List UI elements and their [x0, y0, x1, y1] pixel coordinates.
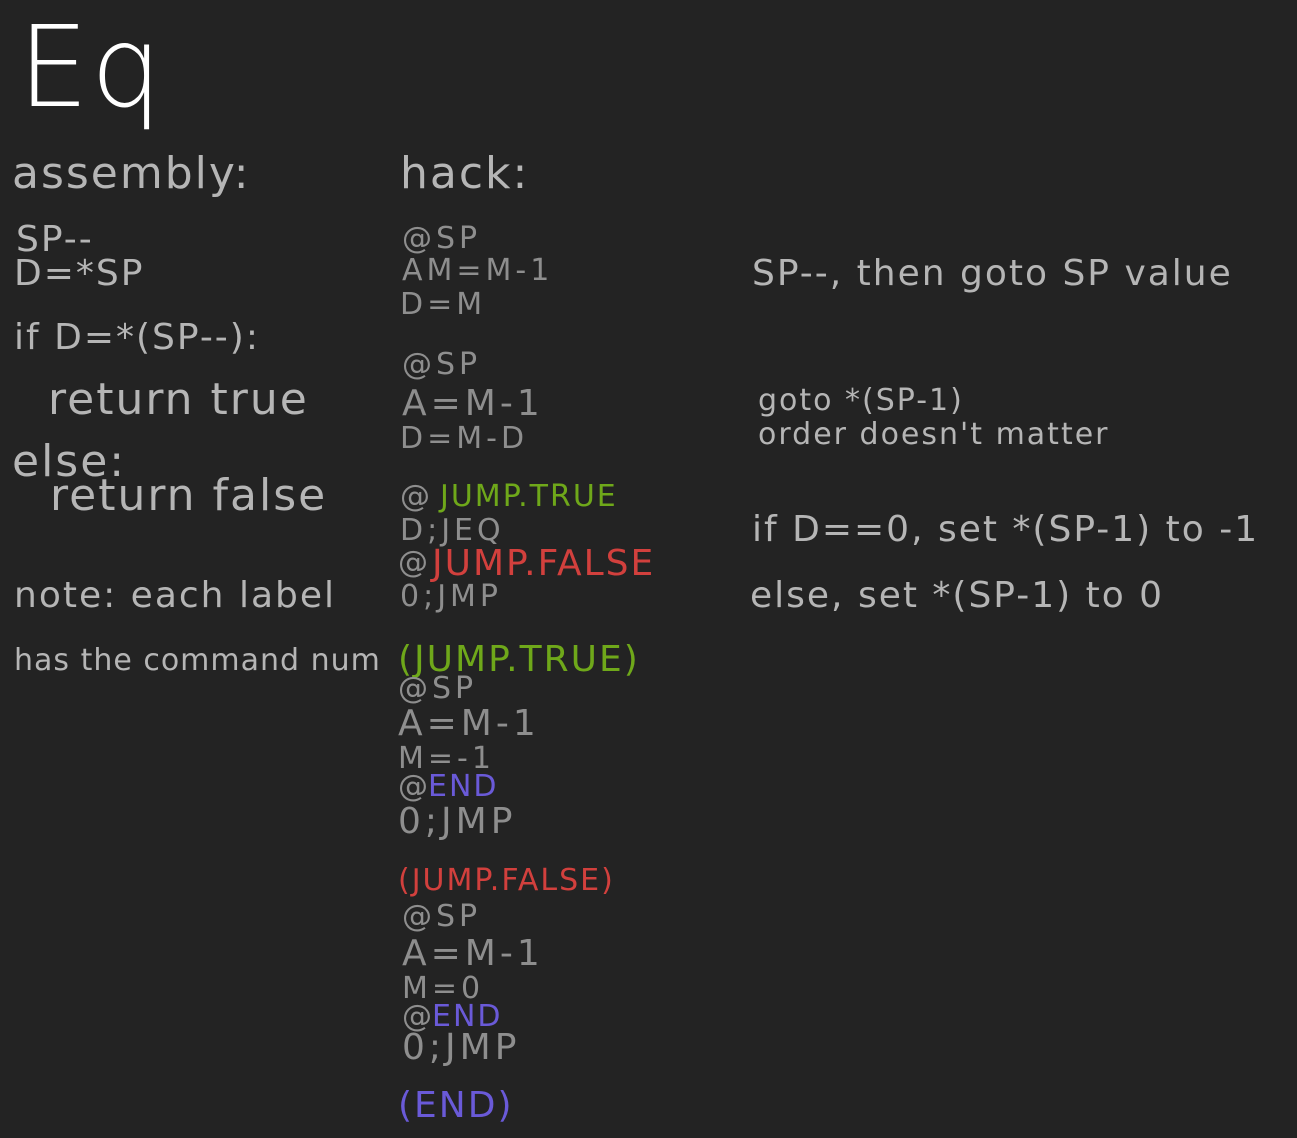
assembly-note: has the command num: [14, 643, 381, 678]
jump-false-label: (JUMP.FALSE): [398, 863, 615, 898]
comment: else, set *(SP-1) to 0: [750, 575, 1165, 616]
hack-line: D=M: [400, 287, 487, 322]
end-ref: END: [428, 769, 499, 804]
hack-heading: hack:: [400, 148, 530, 199]
assembly-line: return false: [50, 470, 328, 521]
assembly-heading: assembly:: [12, 148, 251, 199]
hack-line: 0;JMP: [402, 1027, 521, 1068]
comment: goto *(SP-1): [758, 383, 964, 418]
hack-line: @: [398, 769, 432, 804]
hack-line: A=M-1: [402, 383, 544, 424]
hack-line: D=M-D: [400, 421, 529, 456]
hack-line: AM=M-1: [402, 253, 554, 288]
hack-line: @SP: [402, 347, 482, 382]
comment: if D==0, set *(SP-1) to -1: [752, 509, 1260, 550]
whiteboard-canvas: Eq assembly: SP-- D=*SP if D=*(SP--): re…: [0, 0, 1297, 1138]
assembly-line: D=*SP: [14, 253, 145, 294]
assembly-note: note: each label: [14, 575, 337, 616]
hack-line: @: [398, 545, 432, 580]
hack-line: A=M-1: [398, 703, 540, 744]
page-title: Eq: [18, 3, 164, 133]
jump-false-ref: JUMP.FALSE: [432, 543, 656, 584]
jump-true-ref: JUMP.TRUE: [440, 479, 618, 514]
assembly-line: return true: [48, 374, 309, 425]
hack-line: 0;JMP: [398, 801, 517, 842]
hack-line: @SP: [402, 899, 482, 934]
hack-line: @SP: [402, 221, 482, 256]
end-label: (END): [398, 1085, 514, 1126]
hack-line: @SP: [398, 671, 478, 706]
hack-line: @: [400, 479, 434, 514]
hack-line: 0;JMP: [400, 579, 503, 614]
comment: order doesn't matter: [758, 417, 1110, 452]
hack-line: A=M-1: [402, 933, 544, 974]
comment: SP--, then goto SP value: [752, 253, 1233, 294]
assembly-line: if D=*(SP--):: [14, 317, 260, 358]
hack-line: D;JEQ: [400, 513, 505, 548]
